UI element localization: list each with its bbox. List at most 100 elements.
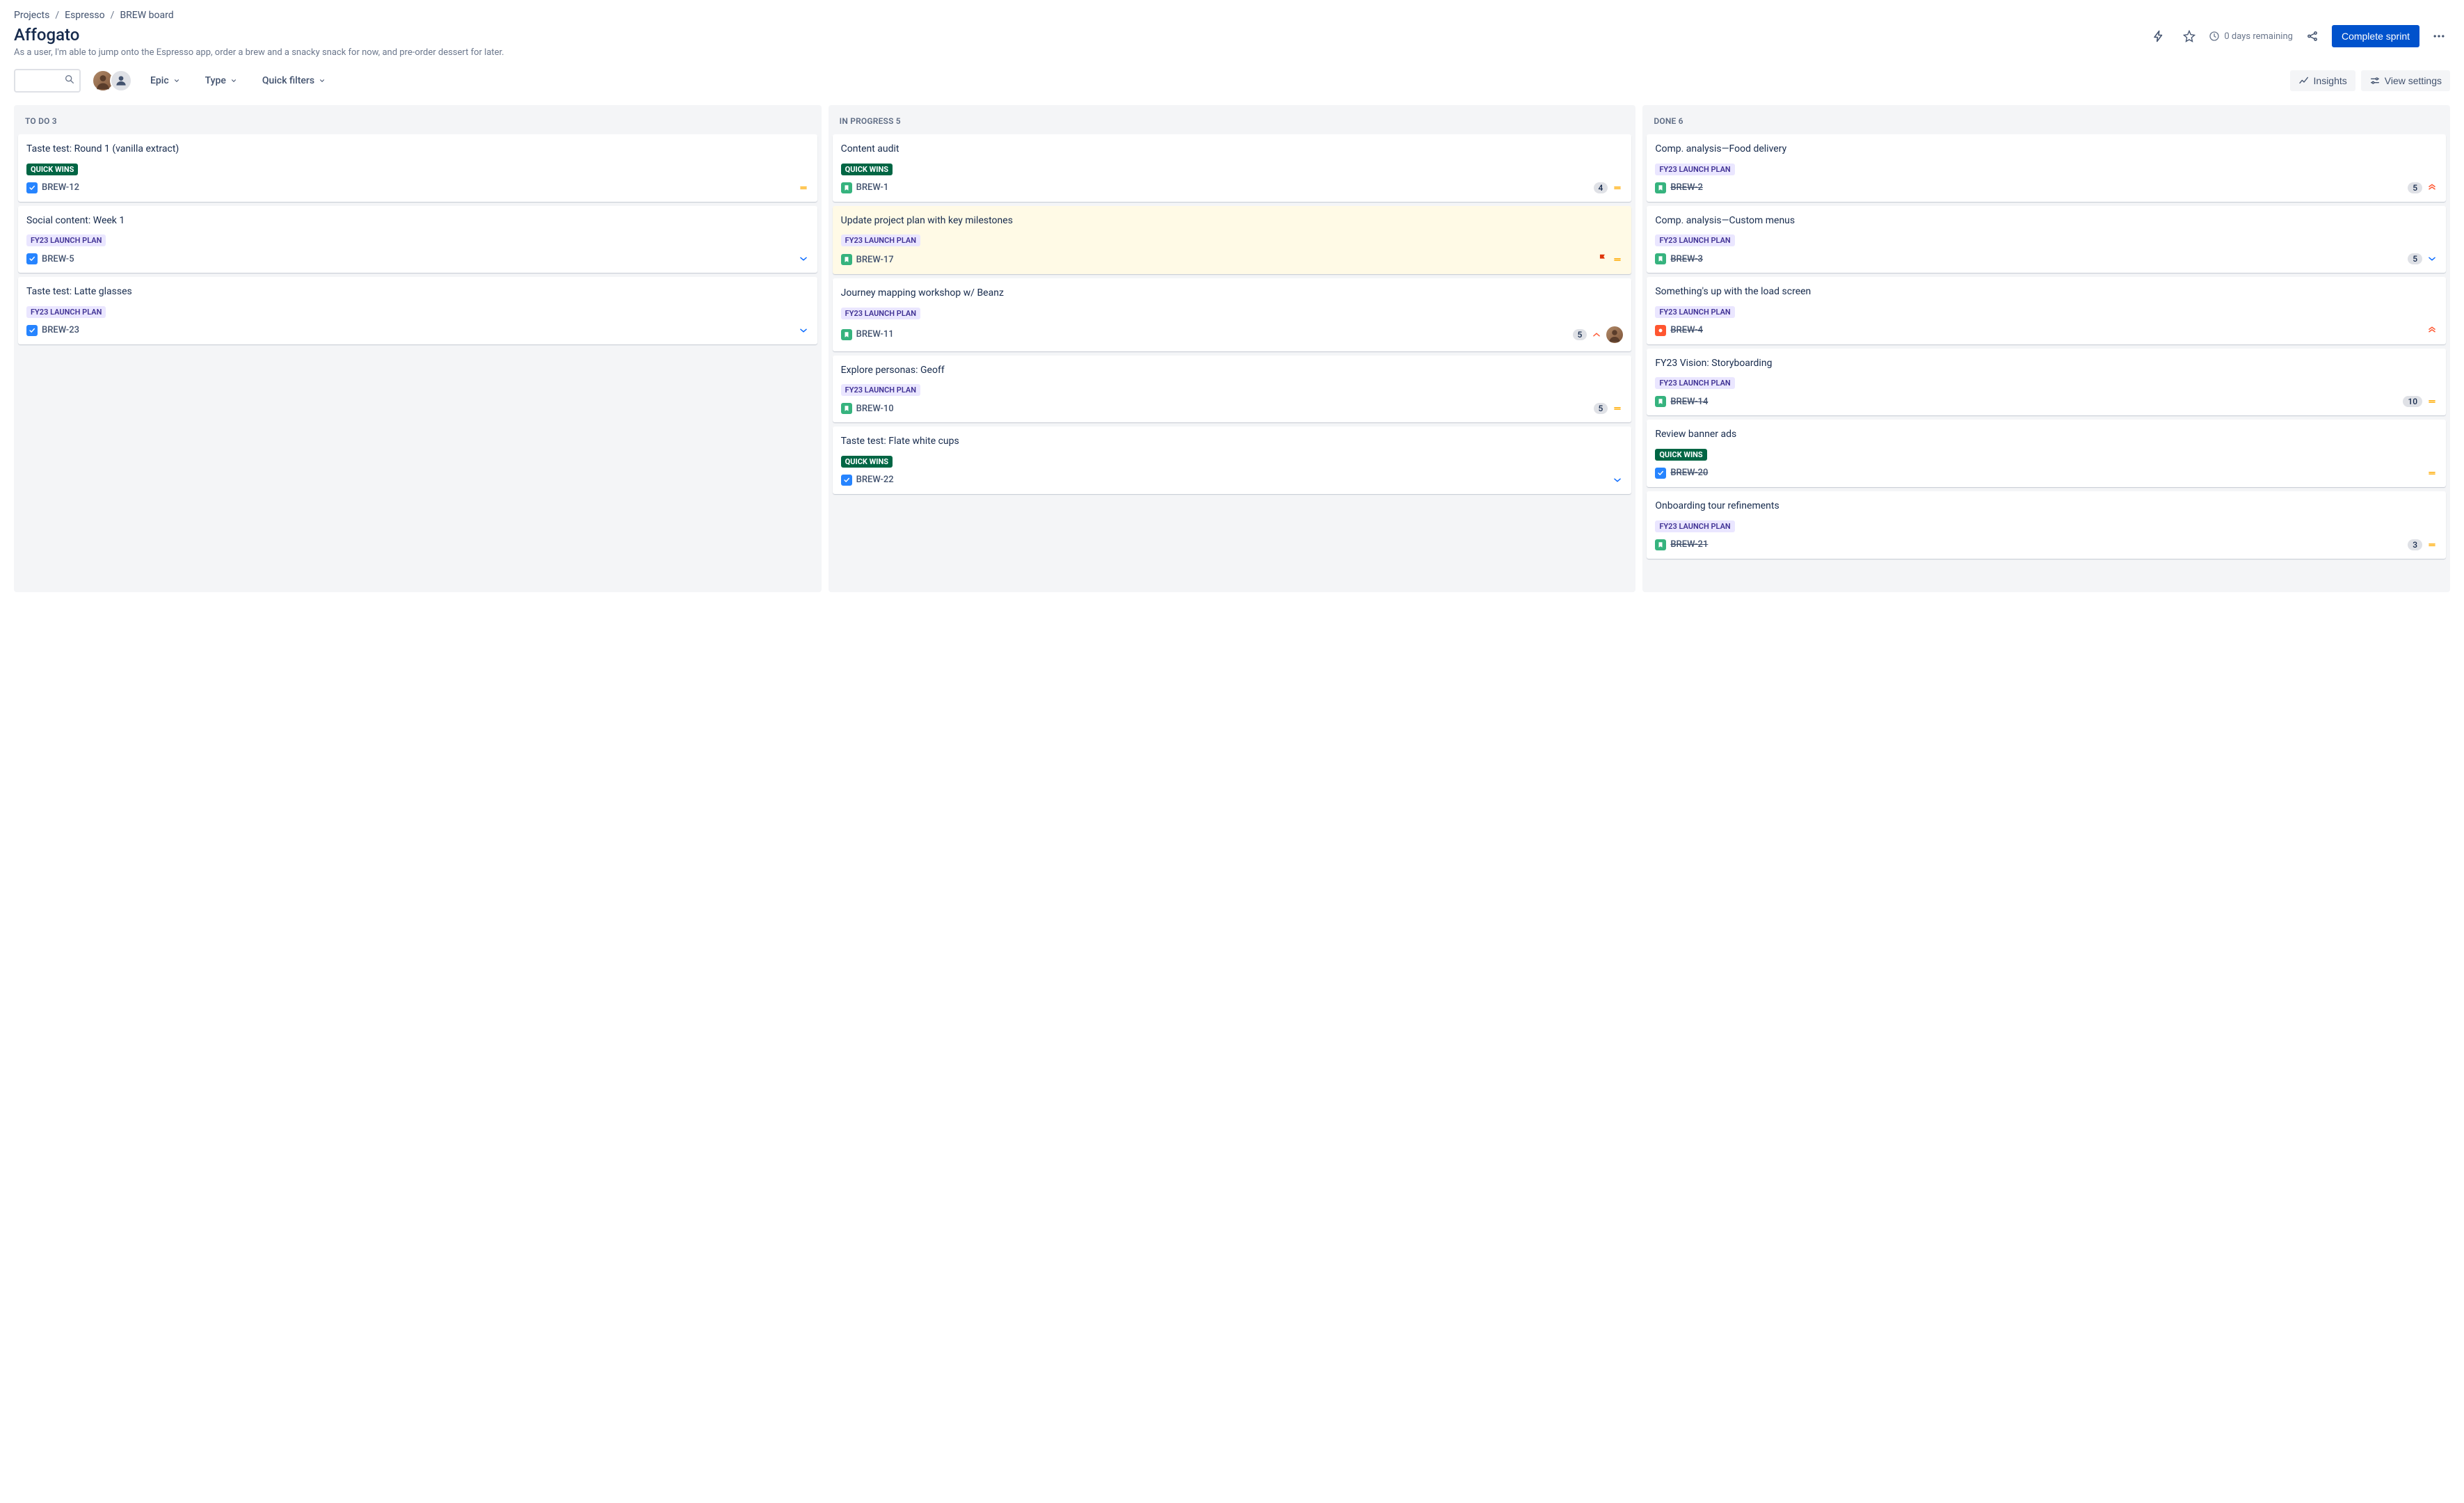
issue-key[interactable]: BREW-1 xyxy=(856,182,889,193)
column-header: DONE 6 xyxy=(1647,109,2446,134)
epic-label[interactable]: FY23 LAUNCH PLAN xyxy=(1655,306,1734,318)
days-remaining-label: 0 days remaining xyxy=(2224,31,2293,42)
epic-label[interactable]: FY23 LAUNCH PLAN xyxy=(26,306,106,318)
issue-key[interactable]: BREW-22 xyxy=(856,475,894,485)
card-title: Social content: Week 1 xyxy=(26,214,809,228)
issue-key[interactable]: BREW-17 xyxy=(856,255,894,265)
card[interactable]: Comp. analysis—Custom menusFY23 LAUNCH P… xyxy=(1647,206,2446,273)
issue-key[interactable]: BREW-10 xyxy=(856,404,894,414)
card[interactable]: Taste test: Round 1 (vanilla extract) QUI… xyxy=(18,134,817,202)
epic-label[interactable]: QUICK WINS xyxy=(26,164,78,175)
issue-key[interactable]: BREW-4 xyxy=(1670,325,1703,335)
epic-label[interactable]: FY23 LAUNCH PLAN xyxy=(1655,520,1734,532)
issue-key[interactable]: BREW-21 xyxy=(1670,539,1708,550)
breadcrumb-project[interactable]: Espresso xyxy=(65,10,105,21)
issue-key[interactable]: BREW-2 xyxy=(1670,182,1703,193)
board-column: TO DO 3Taste test: Round 1 (vanilla extr… xyxy=(14,105,822,592)
priority-medium-icon xyxy=(1612,254,1623,265)
task-type-icon xyxy=(26,253,38,264)
view-settings-label: View settings xyxy=(2385,75,2442,86)
assignee-filter[interactable] xyxy=(92,70,132,92)
story-type-icon xyxy=(1655,253,1666,264)
search-icon xyxy=(64,74,75,88)
card[interactable]: Explore personas: GeoffFY23 LAUNCH PLANB… xyxy=(833,356,1632,423)
estimate-badge: 5 xyxy=(2408,253,2422,264)
priority-highest-icon xyxy=(2426,182,2438,193)
card[interactable]: Review banner ads QUICK WINS BREW-20 xyxy=(1647,420,2446,487)
issue-key[interactable]: BREW-11 xyxy=(856,329,894,340)
issue-key[interactable]: BREW-3 xyxy=(1670,254,1703,264)
epic-label[interactable]: FY23 LAUNCH PLAN xyxy=(1655,377,1734,389)
board-column: IN PROGRESS 5Content auditQUICK WINSBREW… xyxy=(829,105,1636,592)
type-filter[interactable]: Type xyxy=(198,71,244,90)
star-icon[interactable] xyxy=(2178,25,2200,47)
estimate-badge: 5 xyxy=(1573,329,1587,340)
epic-label[interactable]: QUICK WINS xyxy=(1655,449,1706,461)
issue-key[interactable]: BREW-12 xyxy=(42,182,79,193)
card[interactable]: Content auditQUICK WINSBREW-14 xyxy=(833,134,1632,202)
card[interactable]: Taste test: Flate white cups QUICK WINS BR… xyxy=(833,427,1632,494)
card[interactable]: FY23 Vision: StoryboardingFY23 LAUNCH PL… xyxy=(1647,349,2446,416)
story-type-icon xyxy=(841,403,852,414)
insights-icon xyxy=(2298,75,2310,86)
issue-key[interactable]: BREW-23 xyxy=(42,325,79,335)
assignee-avatar[interactable] xyxy=(1606,326,1623,343)
chevron-down-icon xyxy=(173,77,180,84)
insights-button[interactable]: Insights xyxy=(2290,70,2355,91)
epic-label[interactable]: FY23 LAUNCH PLAN xyxy=(1655,234,1734,246)
epic-label[interactable]: FY23 LAUNCH PLAN xyxy=(841,308,920,319)
card[interactable]: Onboarding tour refinements FY23 LAUNCH P… xyxy=(1647,491,2446,559)
card-title: Onboarding tour refinements xyxy=(1655,500,2438,514)
view-settings-button[interactable]: View settings xyxy=(2361,70,2450,91)
more-icon[interactable] xyxy=(2428,25,2450,47)
epic-label[interactable]: FY23 LAUNCH PLAN xyxy=(841,234,920,246)
clock-icon xyxy=(2209,31,2220,42)
sprint-title: Affogato xyxy=(14,25,79,45)
story-type-icon xyxy=(841,329,852,340)
issue-key[interactable]: BREW-5 xyxy=(42,254,74,264)
card-title: Journey mapping workshop w/ Beanz xyxy=(841,287,1624,301)
epic-filter[interactable]: Epic xyxy=(143,71,187,90)
days-remaining: 0 days remaining xyxy=(2209,31,2293,42)
epic-label[interactable]: QUICK WINS xyxy=(841,164,893,175)
card-title: Comp. analysis—Food delivery xyxy=(1655,143,2438,157)
card-title: Taste test: Flate white cups xyxy=(841,435,1624,449)
story-type-icon xyxy=(1655,539,1666,550)
priority-highest-icon xyxy=(2426,325,2438,336)
epic-label[interactable]: FY23 LAUNCH PLAN xyxy=(26,234,106,246)
card-title: Review banner ads xyxy=(1655,428,2438,442)
card[interactable]: Social content: Week 1 FY23 LAUNCH PLAN BR… xyxy=(18,206,817,273)
priority-medium-icon xyxy=(2426,468,2438,479)
epic-label[interactable]: QUICK WINS xyxy=(841,456,893,468)
estimate-badge: 10 xyxy=(2403,396,2422,407)
quick-filters[interactable]: Quick filters xyxy=(255,71,333,90)
column-header: TO DO 3 xyxy=(18,109,817,134)
priority-low-icon xyxy=(1612,475,1623,486)
epic-label[interactable]: FY23 LAUNCH PLAN xyxy=(1655,164,1734,175)
estimate-badge: 5 xyxy=(2408,182,2422,193)
issue-key[interactable]: BREW-20 xyxy=(1670,468,1708,478)
epic-label[interactable]: FY23 LAUNCH PLAN xyxy=(841,384,920,396)
priority-medium-icon xyxy=(2426,396,2438,407)
issue-key[interactable]: BREW-14 xyxy=(1670,397,1708,407)
card[interactable]: Something's up with the load screenFY23 … xyxy=(1647,277,2446,344)
card[interactable]: Comp. analysis—Food delivery FY23 LAUNCH … xyxy=(1647,134,2446,202)
story-type-icon xyxy=(1655,396,1666,407)
card[interactable]: Journey mapping workshop w/ Beanz FY23 LA… xyxy=(833,278,1632,351)
automation-icon[interactable] xyxy=(2147,25,2170,47)
priority-medium-icon xyxy=(798,182,809,193)
breadcrumb-board[interactable]: BREW board xyxy=(120,10,173,21)
search-input-wrapper xyxy=(14,69,81,93)
card[interactable]: Taste test: Latte glassesFY23 LAUNCH PLA… xyxy=(18,277,817,344)
complete-sprint-button[interactable]: Complete sprint xyxy=(2332,25,2419,47)
epic-filter-label: Epic xyxy=(150,75,169,86)
card-title: Taste test: Round 1 (vanilla extract) xyxy=(26,143,809,157)
breadcrumb-projects[interactable]: Projects xyxy=(14,10,49,21)
priority-low-icon xyxy=(798,253,809,264)
priority-low-icon xyxy=(798,325,809,336)
share-icon[interactable] xyxy=(2301,25,2323,47)
card[interactable]: Update project plan with key milestonesF… xyxy=(833,206,1632,275)
estimate-badge: 3 xyxy=(2408,539,2422,550)
add-people-button[interactable] xyxy=(110,70,132,92)
estimate-badge: 4 xyxy=(1594,182,1608,193)
